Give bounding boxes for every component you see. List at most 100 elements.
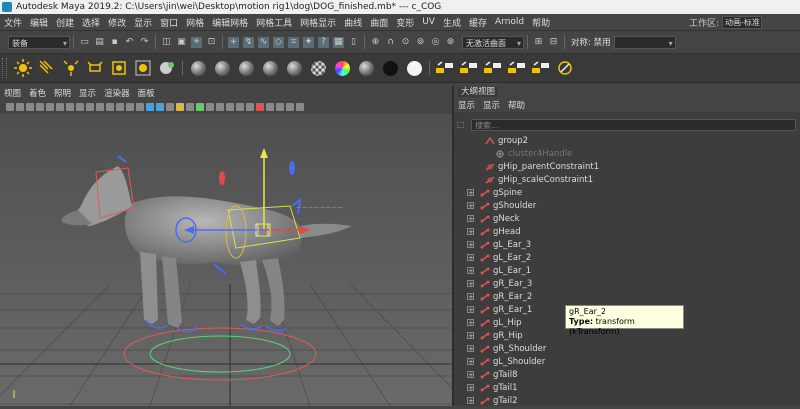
menu-item[interactable]: 网格显示 — [296, 16, 340, 29]
select-by-joint-icon[interactable]: ↯ — [243, 36, 254, 48]
expand-toggle-icon[interactable]: + — [467, 293, 474, 301]
expand-toggle-icon[interactable]: + — [467, 319, 474, 327]
gate-mask-icon[interactable] — [96, 103, 104, 111]
outliner-row[interactable]: + gSpine — [467, 186, 522, 199]
use-all-lights-icon[interactable] — [176, 103, 184, 111]
menu-item[interactable]: 显示 — [130, 16, 156, 29]
menu-item[interactable]: 修改 — [104, 16, 130, 29]
material-white-icon[interactable] — [404, 58, 424, 78]
assign-material-1-icon[interactable] — [435, 58, 455, 78]
grease-pencil-icon[interactable] — [56, 103, 64, 111]
material-sphere-2-icon[interactable] — [212, 58, 232, 78]
outliner-row[interactable]: gHip_scaleConstraint1 — [485, 173, 593, 186]
gamma-icon[interactable] — [276, 103, 284, 111]
material-sphere-4-icon[interactable] — [260, 58, 280, 78]
outliner-row[interactable]: + gTail1 — [467, 381, 518, 394]
outliner-row[interactable]: group2 — [485, 134, 528, 147]
assign-material-4-icon[interactable] — [507, 58, 527, 78]
camera-attributes-icon[interactable] — [16, 103, 24, 111]
expand-toggle-icon[interactable]: + — [467, 202, 474, 210]
bookmark-icon[interactable] — [26, 103, 34, 111]
expand-toggle-icon[interactable]: + — [467, 280, 474, 288]
material-sphere-5-icon[interactable] — [284, 58, 304, 78]
outliner-row[interactable]: + gTail8 — [467, 368, 518, 381]
menu-item[interactable]: 变形 — [392, 16, 418, 29]
outliner-row[interactable]: + gShoulder — [467, 199, 536, 212]
viewport-menu-item[interactable]: 视图 — [0, 87, 25, 99]
new-scene-icon[interactable]: ▭ — [79, 37, 90, 48]
safe-title-icon[interactable] — [126, 103, 134, 111]
outliner-row[interactable]: + gHead — [467, 225, 521, 238]
menu-item[interactable]: UV — [418, 17, 439, 27]
expand-toggle-icon[interactable]: + — [467, 254, 474, 262]
outliner-menu-item[interactable]: 帮助 — [504, 99, 529, 111]
select-by-surface-icon[interactable]: ◇ — [273, 36, 284, 48]
color-management-icon[interactable] — [286, 103, 294, 111]
expand-toggle-icon[interactable]: + — [467, 267, 474, 275]
menu-item[interactable]: 编辑网格 — [208, 16, 252, 29]
material-gray-icon[interactable] — [356, 58, 376, 78]
outliner-row[interactable]: + gR_Ear_3 — [467, 277, 532, 290]
outliner-row[interactable]: + gTail2 — [467, 394, 518, 407]
assign-material-2-icon[interactable] — [459, 58, 479, 78]
directional-light-icon[interactable] — [37, 58, 57, 78]
3d-scene[interactable]: ~~~~~~~~ — [0, 114, 471, 407]
grid-icon[interactable] — [66, 103, 74, 111]
expand-toggle-icon[interactable]: + — [467, 241, 474, 249]
expand-toggle-icon[interactable]: + — [467, 228, 474, 236]
render-icon[interactable]: ⊟ — [548, 37, 559, 48]
xray-joints-icon[interactable] — [246, 103, 254, 111]
resolution-gate-icon[interactable] — [86, 103, 94, 111]
menu-item[interactable]: 曲线 — [340, 16, 366, 29]
outliner-row[interactable]: + gR_Shoulder — [467, 342, 546, 355]
outliner-row[interactable]: + gL_Ear_1 — [467, 264, 531, 277]
snap-curve-icon[interactable]: ∩ — [385, 37, 396, 48]
panel-layout-icon[interactable] — [296, 103, 304, 111]
select-by-misc-icon[interactable]: ▦ — [333, 36, 344, 48]
outliner-search-input[interactable]: 搜索... — [471, 119, 796, 131]
select-component-icon[interactable]: ⌖ — [191, 36, 202, 48]
menu-item[interactable]: 文件 — [0, 16, 26, 29]
snap-live-icon[interactable]: ⊛ — [445, 37, 456, 48]
expand-toggle-icon[interactable]: + — [467, 384, 474, 392]
viewport-menu-item[interactable]: 面板 — [134, 87, 159, 99]
film-gate-icon[interactable] — [76, 103, 84, 111]
menu-item[interactable]: 曲面 — [366, 16, 392, 29]
outliner-menu-item[interactable]: 显示 — [479, 99, 504, 111]
wireframe-on-shaded-icon[interactable] — [156, 103, 164, 111]
render-settings-icon[interactable] — [555, 58, 575, 78]
isolate-select-icon[interactable] — [226, 103, 234, 111]
outliner-row[interactable]: gHip_parentConstraint1 — [485, 160, 599, 173]
menu-item[interactable]: 缓存 — [465, 16, 491, 29]
material-sphere-3-icon[interactable] — [236, 58, 256, 78]
history-icon[interactable]: ⊞ — [533, 37, 544, 48]
snap-surface-icon[interactable]: ◎ — [430, 37, 441, 48]
menu-item[interactable]: 生成 — [439, 16, 465, 29]
expand-toggle-icon[interactable]: + — [467, 306, 474, 314]
outliner-row[interactable]: + gL_Shoulder — [467, 355, 545, 368]
outliner-row[interactable]: + gR_Hip — [467, 329, 523, 342]
textured-icon[interactable] — [166, 103, 174, 111]
assign-material-3-icon[interactable] — [483, 58, 503, 78]
select-by-other-icon[interactable]: ▯ — [348, 37, 359, 48]
motion-blur-icon[interactable] — [206, 103, 214, 111]
expand-toggle-icon[interactable]: + — [467, 332, 474, 340]
expand-toggle-icon[interactable]: + — [467, 358, 474, 366]
live-surface-field[interactable]: 无激活曲面 — [462, 35, 524, 50]
xray-components-icon[interactable] — [256, 103, 264, 111]
area-light-icon[interactable] — [85, 58, 105, 78]
outliner-row[interactable]: + gL_Ear_3 — [467, 238, 531, 251]
volume-light-icon[interactable] — [109, 58, 129, 78]
outliner-row[interactable]: + gL_Ear_2 — [467, 251, 531, 264]
select-by-deformer-icon[interactable]: ⌗ — [288, 36, 299, 48]
outliner-menu-item[interactable]: 显示 — [454, 99, 479, 111]
smooth-shade-icon[interactable] — [146, 103, 154, 111]
snap-view-icon[interactable]: ⊚ — [415, 37, 426, 48]
outliner-row[interactable]: + gR_Ear_1 — [467, 303, 532, 316]
undo-icon[interactable]: ↶ — [124, 37, 135, 48]
expand-toggle-icon[interactable]: + — [467, 345, 474, 353]
expand-toggle-icon[interactable]: + — [467, 189, 474, 197]
menu-set-dropdown[interactable]: 装备 — [8, 35, 70, 50]
viewport-menu-item[interactable]: 照明 — [50, 87, 75, 99]
menu-item[interactable]: 窗口 — [156, 16, 182, 29]
